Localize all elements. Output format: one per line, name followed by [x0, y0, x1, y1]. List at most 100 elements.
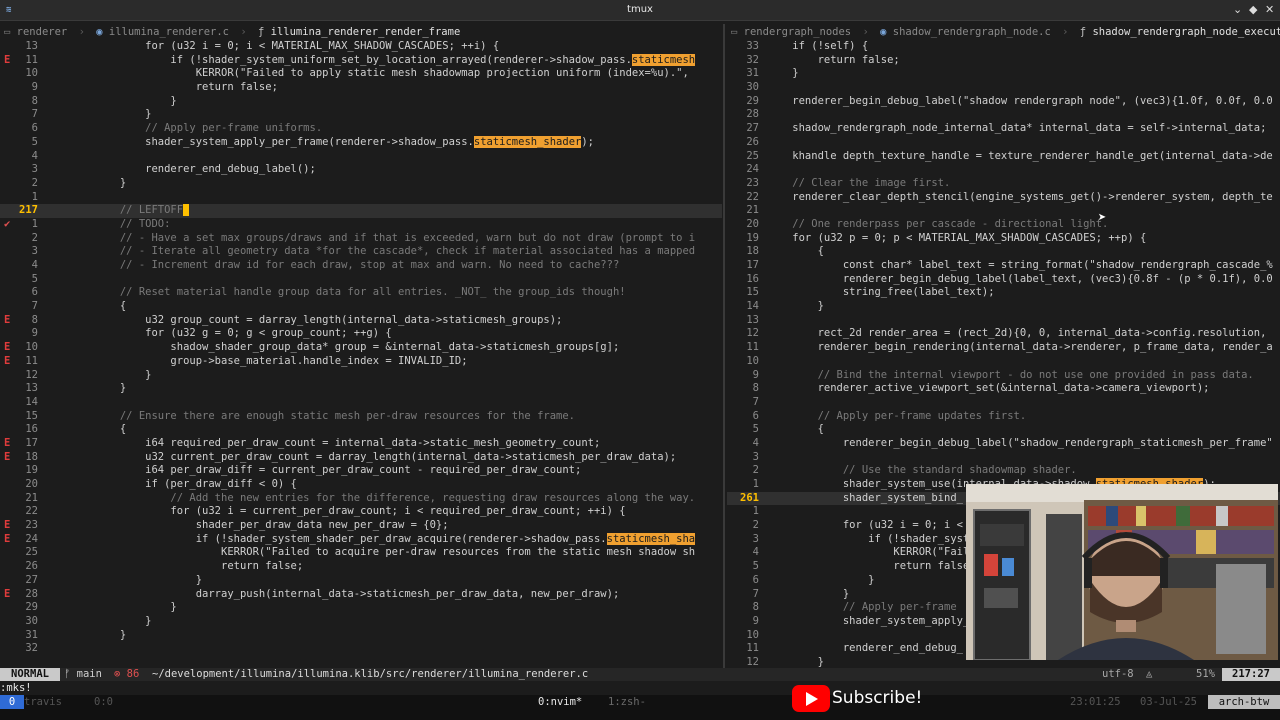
code-line[interactable]: 28	[727, 108, 1280, 122]
code-line[interactable]: 7 {	[0, 300, 722, 314]
code-line[interactable]: 15 string_free(label_text);	[727, 286, 1280, 300]
code-line[interactable]: 7	[727, 396, 1280, 410]
code-line[interactable]: 4	[0, 150, 722, 164]
code-line[interactable]: 4 renderer_begin_debug_label("shadow_ren…	[727, 437, 1280, 451]
code-line[interactable]: 217 // LEFTOFF	[0, 204, 722, 218]
code-line[interactable]: 31 }	[727, 67, 1280, 81]
code-line[interactable]: 25 KERROR("Failed to acquire per-draw re…	[0, 546, 722, 560]
code-line[interactable]: 3	[727, 451, 1280, 465]
code-line[interactable]: 21	[727, 204, 1280, 218]
code-line[interactable]: 20 // One renderpass per cascade - direc…	[727, 218, 1280, 232]
code-line[interactable]: 12 }	[0, 369, 722, 383]
code-line[interactable]: 31 }	[0, 629, 722, 643]
code-line[interactable]: 4 // - Increment draw id for each draw, …	[0, 259, 722, 273]
code-line[interactable]: 18 {	[727, 245, 1280, 259]
code-line[interactable]: 3 // - Iterate all geometry data *for th…	[0, 245, 722, 259]
breadcrumb-folder[interactable]: renderer	[17, 26, 68, 38]
code-line[interactable]: ✔ 1 // TODO:	[0, 218, 722, 232]
code-line[interactable]: 32	[0, 642, 722, 656]
code-line[interactable]: 5 {	[727, 423, 1280, 437]
code-line[interactable]: 8 }	[0, 95, 722, 109]
breadcrumb-file[interactable]: illumina_renderer.c	[109, 26, 229, 38]
code-line[interactable]: 15 // Ensure there are enough static mes…	[0, 410, 722, 424]
code-line[interactable]: 13	[727, 314, 1280, 328]
code-text: for (u32 i = current_per_draw_count; i <…	[44, 505, 625, 519]
code-line[interactable]: 9 return false;	[0, 81, 722, 95]
code-line[interactable]: 11 renderer_begin_rendering(internal_dat…	[727, 341, 1280, 355]
code-line[interactable]: E 8 u32 group_count = darray_length(inter…	[0, 314, 722, 328]
code-line[interactable]: 5 shader_system_apply_per_frame(renderer…	[0, 135, 722, 150]
breadcrumb-folder[interactable]: rendergraph_nodes	[744, 26, 851, 38]
code-line[interactable]: 22 renderer_clear_depth_stencil(engine_s…	[727, 191, 1280, 205]
code-line[interactable]: E 18 u32 current_per_draw_count = darray_…	[0, 451, 722, 465]
code-text: renderer_begin_debug_label("shadow_rende…	[767, 437, 1273, 451]
line-number: 7	[31, 300, 38, 313]
code-line[interactable]: 10 KERROR("Failed to apply static mesh s…	[0, 67, 722, 81]
breadcrumb-function[interactable]: illumina_renderer_render_frame	[271, 26, 461, 38]
code-line[interactable]: E 23 shader_per_draw_data new_per_draw = …	[0, 519, 722, 533]
code-line[interactable]: 32 return false;	[727, 54, 1280, 68]
code-line[interactable]: 6 // Reset material handle group data fo…	[0, 286, 722, 300]
tmux-session-index[interactable]: 0	[0, 695, 24, 709]
code-line[interactable]: 3 renderer_end_debug_label();	[0, 163, 722, 177]
code-line[interactable]: 21 // Add the new entries for the differ…	[0, 492, 722, 506]
code-line[interactable]: 9 // Bind the internal viewport - do not…	[727, 369, 1280, 383]
code-line[interactable]: 27 }	[0, 574, 722, 588]
search-highlight: staticmesh	[631, 53, 696, 66]
code-line[interactable]: 29 }	[0, 601, 722, 615]
code-line[interactable]: 19 i64 per_draw_diff = current_per_draw_…	[0, 464, 722, 478]
line-number: 31	[25, 628, 38, 641]
code-text: {	[767, 423, 824, 437]
code-line[interactable]: 33 if (!self) {	[727, 40, 1280, 54]
code-line[interactable]: 24	[727, 163, 1280, 177]
code-line[interactable]: 25 khandle depth_texture_handle = textur…	[727, 150, 1280, 164]
tmux-window[interactable]: 1:zsh-	[608, 695, 646, 709]
code-line[interactable]: E 11 group->base_material.handle_index = …	[0, 355, 722, 369]
code-line[interactable]: 13 }	[0, 382, 722, 396]
code-line[interactable]: 10	[727, 355, 1280, 369]
code-line[interactable]: 26 return false;	[0, 560, 722, 574]
breadcrumb-file[interactable]: shadow_rendergraph_node.c	[893, 26, 1051, 38]
code-line[interactable]: 19 for (u32 p = 0; p < MATERIAL_MAX_SHAD…	[727, 232, 1280, 246]
breadcrumb-function[interactable]: shadow_rendergraph_node_execute	[1092, 26, 1280, 38]
code-line[interactable]: E 24 if (!shader_system_shader_per_draw_a…	[0, 532, 722, 547]
code-line[interactable]: 2 }	[0, 177, 722, 191]
editor-pane-left[interactable]: ▭ renderer › ◉ illumina_renderer.c › ƒ i…	[0, 24, 722, 668]
code-line[interactable]: 14	[0, 396, 722, 410]
code-line[interactable]: 17 const char* label_text = string_forma…	[727, 259, 1280, 273]
code-line[interactable]: 23 // Clear the image first.	[727, 177, 1280, 191]
code-line[interactable]: 30 }	[0, 615, 722, 629]
pane-divider[interactable]	[723, 24, 725, 668]
code-line[interactable]: E 17 i64 required_per_draw_count = intern…	[0, 437, 722, 451]
code-line[interactable]: 29 renderer_begin_debug_label("shadow re…	[727, 95, 1280, 109]
code-line[interactable]: 2 // - Have a set max groups/draws and i…	[0, 232, 722, 246]
code-line[interactable]: E 10 shadow_shader_group_data* group = &i…	[0, 341, 722, 355]
code-area[interactable]: 13 for (u32 i = 0; i < MATERIAL_MAX_SHAD…	[0, 40, 722, 656]
code-text-content: shader_system_apply_per_frame(renderer->…	[44, 135, 474, 148]
code-line[interactable]: 22 for (u32 i = current_per_draw_count; …	[0, 505, 722, 519]
code-line[interactable]: 14 }	[727, 300, 1280, 314]
code-line[interactable]: 13 for (u32 i = 0; i < MATERIAL_MAX_SHAD…	[0, 40, 722, 54]
tmux-window-active[interactable]: 0:nvim*	[538, 695, 582, 709]
code-line[interactable]: 16 {	[0, 423, 722, 437]
code-line[interactable]: 26	[727, 136, 1280, 150]
code-line[interactable]: 20 if (per_draw_diff < 0) {	[0, 478, 722, 492]
close-icon[interactable]: ✕	[1265, 3, 1274, 16]
code-line[interactable]: 16 renderer_begin_debug_label(label_text…	[727, 273, 1280, 287]
code-line[interactable]: E 11 if (!shader_system_uniform_set_by_lo…	[0, 53, 722, 68]
code-line[interactable]: 7 }	[0, 108, 722, 122]
code-line[interactable]: 8 renderer_active_viewport_set(&internal…	[727, 382, 1280, 396]
code-line[interactable]: 12 rect_2d render_area = (rect_2d){0, 0,…	[727, 327, 1280, 341]
code-line[interactable]: E 28 darray_push(internal_data->staticmes…	[0, 588, 722, 602]
minimize-icon[interactable]: ⌄	[1233, 3, 1242, 16]
code-line[interactable]: 1	[0, 191, 722, 205]
code-line[interactable]: 6 // Apply per-frame updates first.	[727, 410, 1280, 424]
maximize-icon[interactable]: ◆	[1249, 3, 1257, 16]
command-line[interactable]: :mks!	[0, 682, 1280, 695]
code-line[interactable]: 9 for (u32 g = 0; g < group_count; ++g) …	[0, 327, 722, 341]
code-line[interactable]: 27 shadow_rendergraph_node_internal_data…	[727, 122, 1280, 136]
code-line[interactable]: 30	[727, 81, 1280, 95]
code-line[interactable]: 6 // Apply per-frame uniforms.	[0, 122, 722, 136]
code-line[interactable]: 2 // Use the standard shadowmap shader.	[727, 464, 1280, 478]
code-line[interactable]: 5	[0, 273, 722, 287]
